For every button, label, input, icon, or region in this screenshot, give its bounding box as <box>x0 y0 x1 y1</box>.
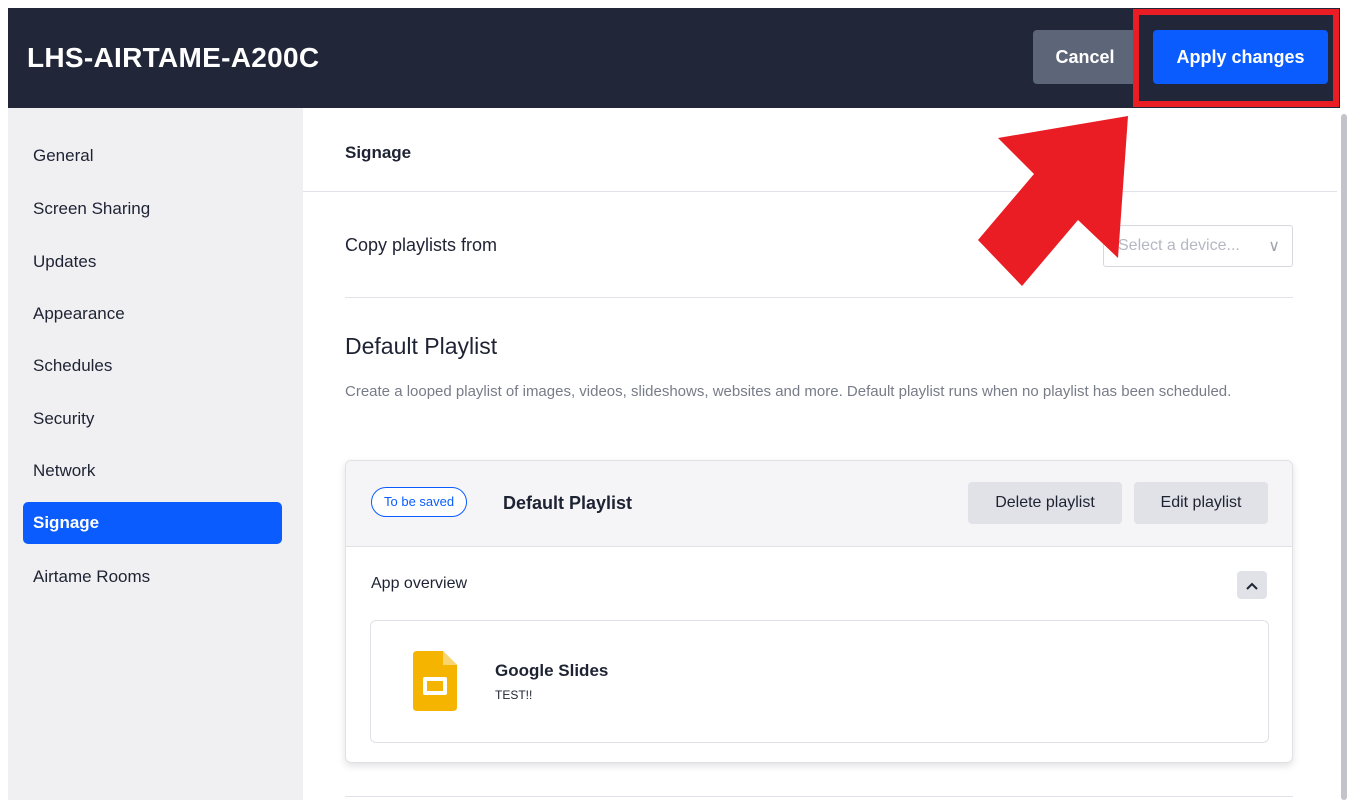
google-slides-icon <box>413 651 457 711</box>
playlist-heading: Default Playlist <box>345 333 498 359</box>
sidebar-item-appearance[interactable]: Appearance <box>23 293 282 335</box>
sidebar-item-signage[interactable]: Signage <box>23 502 282 544</box>
sidebar-item-general[interactable]: General <box>23 135 282 177</box>
app-name: Google Slides <box>495 661 609 680</box>
main-content: Signage Copy playlists from Select a dev… <box>303 108 1337 800</box>
status-badge: To be saved <box>371 487 468 517</box>
divider <box>345 796 1293 797</box>
sidebar: General Screen Sharing Updates Appearanc… <box>8 108 303 800</box>
sidebar-item-schedules[interactable]: Schedules <box>23 345 282 387</box>
playlist-card: To be saved Default Playlist Delete play… <box>345 460 1293 763</box>
playlist-card-header: To be saved Default Playlist Delete play… <box>346 461 1292 547</box>
chevron-up-icon[interactable] <box>1237 571 1267 599</box>
cancel-button[interactable]: Cancel <box>1033 30 1137 84</box>
app-item[interactable]: Google Slides TEST!! <box>370 620 1269 743</box>
playlist-card-title: Default Playlist <box>503 493 633 513</box>
sidebar-item-airtame-rooms[interactable]: Airtame Rooms <box>23 556 282 598</box>
copy-playlists-label: Copy playlists from <box>345 235 498 255</box>
app-overview-label: App overview <box>371 575 468 592</box>
annotation-arrow-icon <box>978 116 1128 286</box>
device-title: LHS-AIRTAME-A200C <box>27 42 320 73</box>
edit-playlist-button[interactable]: Edit playlist <box>1134 482 1268 524</box>
sidebar-item-security[interactable]: Security <box>23 398 282 440</box>
sidebar-item-network[interactable]: Network <box>23 450 282 492</box>
sidebar-item-updates[interactable]: Updates <box>23 241 282 283</box>
section-title: Signage <box>345 143 412 162</box>
scrollbar[interactable] <box>1337 108 1352 800</box>
scrollbar-thumb[interactable] <box>1341 114 1347 800</box>
chevron-down-icon: ∨ <box>1268 238 1280 255</box>
divider <box>345 297 1293 298</box>
section-header: Signage <box>303 108 1337 192</box>
playlist-description: Create a looped playlist of images, vide… <box>345 383 1232 400</box>
delete-playlist-button[interactable]: Delete playlist <box>968 482 1122 524</box>
sidebar-item-screen-sharing[interactable]: Screen Sharing <box>23 188 282 230</box>
app-subtitle: TEST!! <box>495 688 533 702</box>
apply-highlight-box <box>1133 9 1339 107</box>
